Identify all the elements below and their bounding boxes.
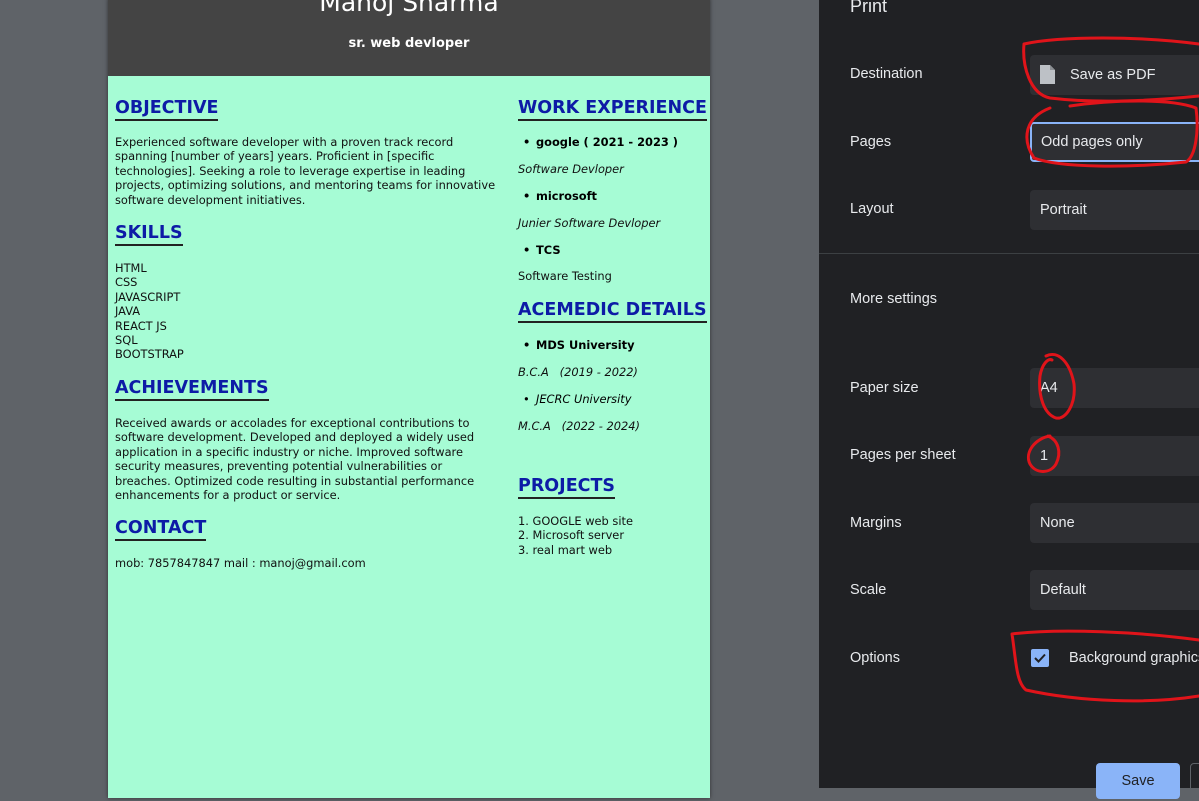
contact-heading: CONTACT — [115, 518, 207, 541]
contact-text: mob: 7857847847 mail : manoj@gmail.com — [115, 556, 366, 570]
print-title: Print — [850, 0, 888, 16]
scale-select[interactable]: Default — [1030, 570, 1199, 610]
projects-list: 1. GOOGLE web site 2. Microsoft server 3… — [518, 514, 633, 557]
checkmark-icon — [1034, 653, 1046, 663]
project-item: 2. Microsoft server — [518, 528, 625, 543]
skills-heading: SKILLS — [115, 223, 183, 246]
background-graphics-label[interactable]: Background graphics — [1069, 650, 1199, 666]
achievements-heading: ACHIEVEMENTS — [115, 378, 269, 401]
achievements-text: Received awards or accolades for excepti… — [115, 416, 515, 502]
work-role: Software Devloper — [518, 162, 624, 176]
skill-item: CSS — [115, 275, 138, 290]
academic-degree: M.C.A (2022 - 2024) — [518, 419, 640, 433]
objective-line: Experienced software developer with a pr… — [115, 135, 454, 149]
skill-item: SQL — [115, 333, 138, 348]
pages-select[interactable]: Odd pages only — [1030, 122, 1199, 162]
achievements-line: breaches. Optimized code resulting in su… — [115, 473, 475, 488]
background-graphics-checkbox[interactable] — [1031, 649, 1049, 667]
options-label: Options — [850, 650, 900, 666]
paper-size-label: Paper size — [850, 380, 919, 396]
work-company: microsoft — [523, 189, 597, 203]
save-button[interactable]: Save — [1096, 763, 1180, 799]
pages-value: Odd pages only — [1041, 134, 1143, 150]
achievements-line: software development. Developed and depl… — [115, 430, 475, 445]
resume-name: Manoj Sharma — [319, 0, 499, 17]
margins-select[interactable]: None — [1030, 503, 1199, 543]
scale-value: Default — [1040, 582, 1086, 598]
projects-heading: PROJECTS — [518, 476, 616, 499]
objective-line: projects, optimizing solutions, and ment… — [115, 178, 496, 193]
scale-label: Scale — [850, 582, 887, 598]
resume-job-title: sr. web devloper — [348, 36, 470, 51]
objective-heading: OBJECTIVE — [115, 98, 219, 121]
objective-line: spanning [number of years] years. Profic… — [115, 149, 435, 164]
project-item: 3. real mart web — [518, 542, 613, 557]
layout-select[interactable]: Portrait — [1030, 190, 1199, 230]
panel-divider — [819, 253, 1199, 254]
destination-label: Destination — [850, 66, 923, 82]
achievements-line: application in a specific industry or ni… — [115, 444, 463, 459]
academic-school: MDS University — [523, 338, 634, 352]
skill-item: BOOTSTRAP — [115, 347, 184, 362]
objective-text: Experienced software developer with a pr… — [115, 135, 515, 207]
more-settings-toggle[interactable]: More settings — [850, 291, 937, 307]
work-company: TCS — [523, 243, 560, 257]
paper-size-value: A4 — [1040, 380, 1058, 396]
skills-list: HTML CSS JAVASCRIPT JAVA REACT JS SQL BO… — [115, 261, 184, 362]
achievements-line: enhancements for a product or service. — [115, 488, 341, 503]
skill-item: HTML — [115, 261, 147, 275]
paper-size-select[interactable]: A4 — [1030, 368, 1199, 408]
achievements-line: security measures, preventing potential … — [115, 459, 443, 474]
skill-item: JAVA — [115, 304, 141, 319]
academic-school: JECRC University — [523, 392, 632, 406]
file-icon — [1040, 65, 1055, 84]
work-role: Junier Software Devloper — [518, 216, 661, 230]
skill-item: JAVASCRIPT — [115, 289, 181, 304]
project-item: 1. GOOGLE web site — [518, 514, 633, 528]
achievements-line: Received awards or accolades for excepti… — [115, 416, 470, 430]
academic-degree: B.C.A (2019 - 2022) — [518, 365, 638, 379]
objective-line: technologies]. Seeking a role to leverag… — [115, 163, 466, 178]
print-settings-panel: Print Destination Save as PDF Pages Odd … — [819, 0, 1199, 801]
pages-per-sheet-select[interactable]: 1 — [1030, 436, 1199, 476]
skill-item: REACT JS — [115, 318, 167, 333]
print-preview-area: Manoj Sharma sr. web devloper OBJECTIVE … — [0, 0, 819, 798]
pages-label: Pages — [850, 134, 892, 150]
cancel-button[interactable] — [1190, 763, 1199, 801]
margins-value: None — [1040, 515, 1075, 531]
academic-heading: ACEMEDIC DETAILS — [518, 300, 707, 323]
work-company: google ( 2021 - 2023 ) — [523, 135, 678, 149]
destination-select[interactable]: Save as PDF — [1030, 55, 1199, 95]
objective-line: software development initiatives. — [115, 192, 306, 207]
layout-label: Layout — [850, 201, 894, 217]
work-role: Software Testing — [518, 269, 612, 283]
destination-value: Save as PDF — [1070, 67, 1156, 83]
margins-label: Margins — [850, 515, 902, 531]
work-experience-heading: WORK EXPERIENCE — [518, 98, 707, 121]
resume-header: Manoj Sharma sr. web devloper — [108, 0, 710, 76]
layout-value: Portrait — [1040, 202, 1087, 218]
pages-per-sheet-label: Pages per sheet — [850, 447, 956, 463]
resume-page: Manoj Sharma sr. web devloper OBJECTIVE … — [108, 0, 710, 798]
pages-per-sheet-value: 1 — [1040, 448, 1049, 464]
